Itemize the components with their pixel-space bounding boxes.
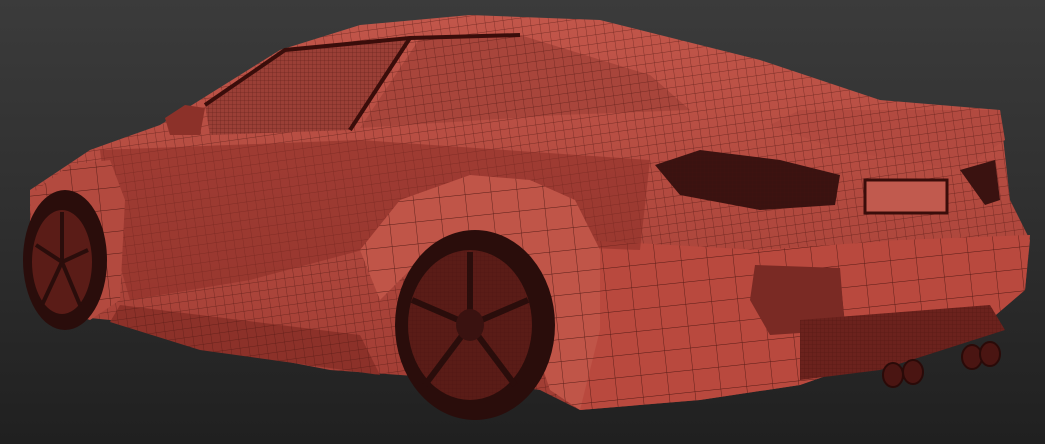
rear-wheel xyxy=(395,230,555,420)
viewport-3d[interactable] xyxy=(0,0,1045,444)
front-wheel xyxy=(23,190,107,330)
side-mirror xyxy=(165,105,205,135)
car-model xyxy=(23,15,1030,420)
license-plate xyxy=(863,178,949,215)
